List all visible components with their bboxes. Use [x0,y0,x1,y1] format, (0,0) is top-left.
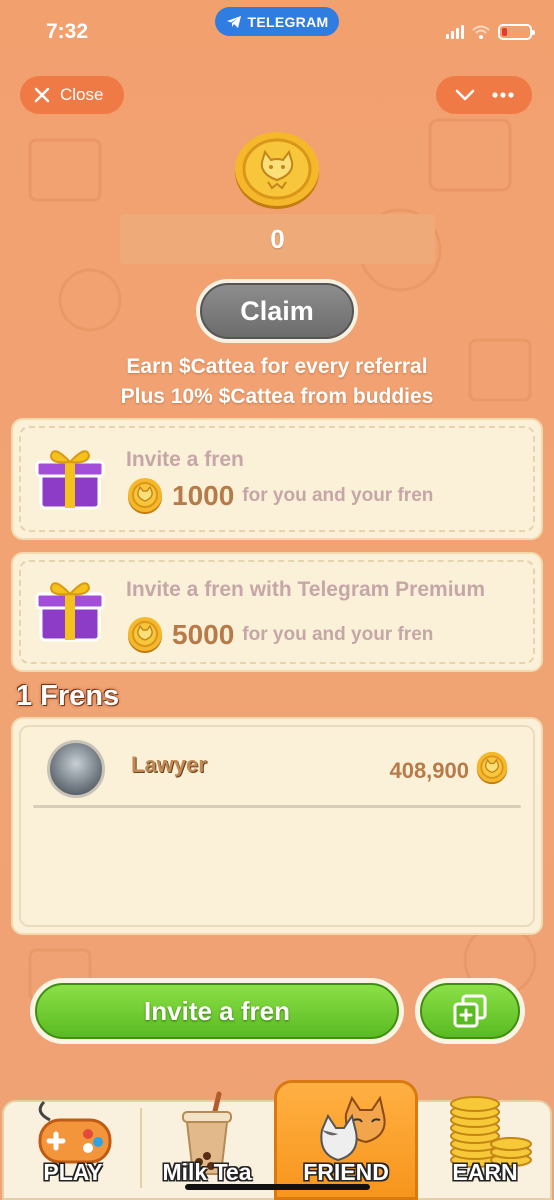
frens-count: 1 Frens [16,680,120,712]
tab-label: EARN [452,1159,518,1185]
invite-card-reward: 5000 for you and your fren [126,616,433,654]
tab-play[interactable]: PLAY [10,1080,136,1200]
balance-display: 0 [120,214,435,264]
invite-card-title: Invite a fren [126,448,244,471]
gift-icon [35,450,105,510]
frens-list: Lawyer 408,900 [11,717,543,935]
wifi-icon [472,25,490,39]
battery-icon [498,24,535,40]
telegram-badge[interactable]: TELEGRAM [215,7,339,36]
close-button[interactable]: Close [20,76,124,114]
invite-card-amount: 1000 [172,480,235,511]
fren-score: 408,900 [389,758,469,783]
close-label: Close [60,85,104,104]
chevron-down-icon[interactable] [455,89,475,101]
fren-name: Lawyer [131,752,207,777]
coin-stack-icon [450,1096,532,1168]
invite-card-premium[interactable]: Invite a fren with Telegram Premium 5000… [11,552,543,672]
invite-fren-button[interactable]: Invite a fren [30,978,404,1044]
status-icons [446,24,535,40]
earn-info-line2: Plus 10% $Cattea from buddies [120,385,434,408]
gift-icon [35,582,105,642]
telegram-icon [226,15,241,28]
more-options-icon[interactable] [491,92,514,98]
copy-icon [453,994,487,1028]
copy-link-button[interactable] [415,978,525,1044]
tab-friend[interactable]: FRIEND [276,1080,416,1200]
invite-card-reward: 1000 for you and your fren [126,477,433,515]
bottom-nav: PLAY Milk Tea FRIEND EARN [0,1080,554,1200]
coin-icon [476,751,508,785]
claim-button[interactable]: Claim [196,279,358,343]
close-icon [34,87,50,103]
coin-icon [128,617,162,653]
invite-card-amount: 5000 [172,619,235,650]
tab-label: Milk Tea [162,1159,252,1185]
cattea-coin-icon [235,132,319,209]
invite-fren-label: Invite a fren [35,983,399,1039]
gamepad-icon [38,1100,112,1164]
tab-earn[interactable]: EARN [420,1080,550,1200]
invite-card-title: Invite a fren with Telegram Premium [126,578,486,601]
invite-card-regular[interactable]: Invite a fren 1000 for you and your fren [11,418,543,540]
tab-label: PLAY [43,1159,103,1185]
invite-card-text: for you and your fren [242,624,434,645]
avatar [47,740,105,798]
status-bar: 7:32 TELEGRAM [0,0,554,64]
tab-milk-tea[interactable]: Milk Tea [142,1080,272,1200]
earn-info-line1: Earn $Cattea for every referral [126,355,428,378]
divider [33,805,521,808]
claim-label: Claim [200,283,354,339]
tab-label: FRIEND [303,1159,389,1185]
coin-icon [128,478,162,514]
invite-card-text: for you and your fren [242,485,434,506]
home-indicator [185,1184,370,1190]
signal-icon [446,25,464,39]
menu-button[interactable] [436,76,532,114]
telegram-badge-label: TELEGRAM [247,13,329,30]
clock: 7:32 [46,20,89,43]
